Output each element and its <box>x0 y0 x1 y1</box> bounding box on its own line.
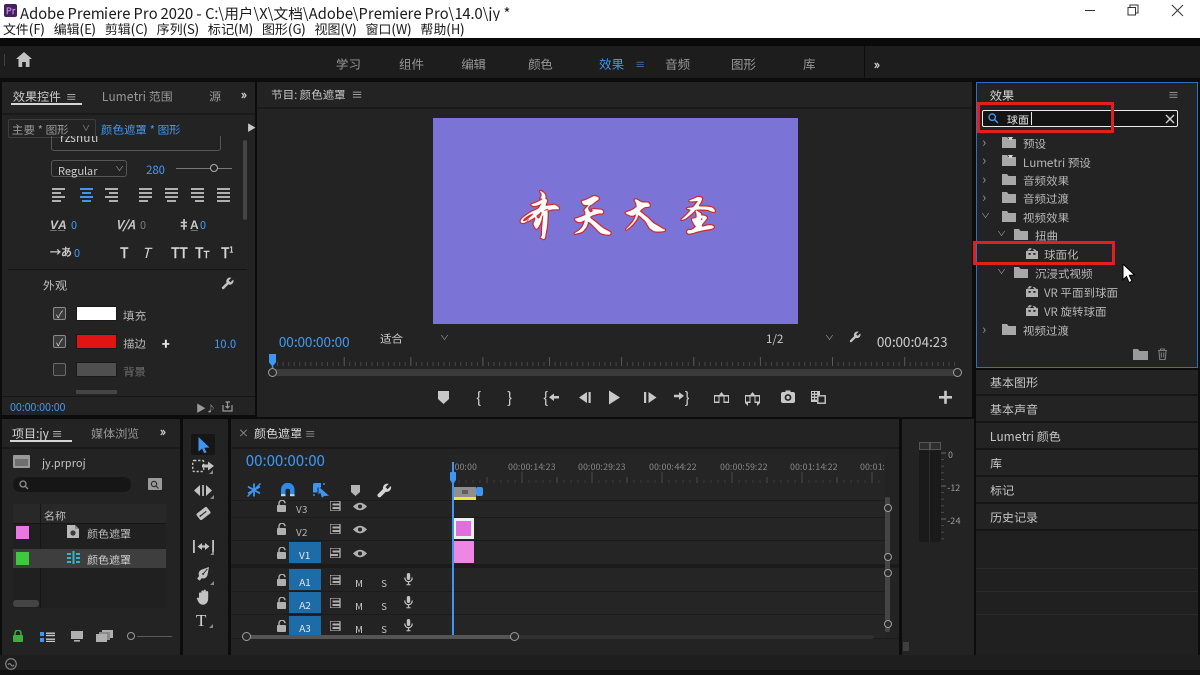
svg-text:}: } <box>685 389 690 406</box>
svg-text:{: { <box>476 389 481 406</box>
svg-text:}: } <box>507 389 512 406</box>
svg-text:齐天大圣: 齐天大圣 <box>516 191 727 243</box>
svg-text:{: { <box>543 389 548 406</box>
